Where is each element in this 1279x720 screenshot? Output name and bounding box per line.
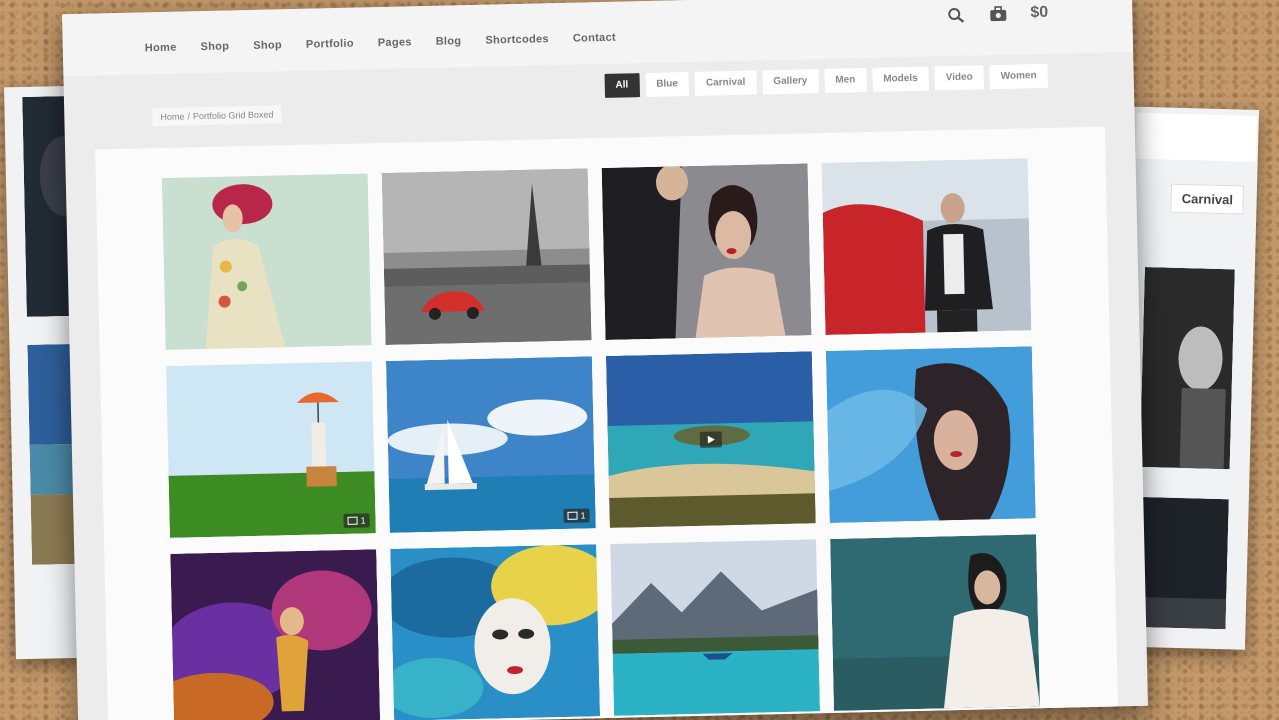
- nav-shop[interactable]: Shop: [200, 40, 229, 53]
- photo-abstract-dancer[interactable]: [170, 549, 381, 720]
- image-count: 1: [360, 515, 366, 526]
- breadcrumb: Home / Portfolio Grid Boxed: [152, 105, 282, 127]
- nav-home[interactable]: Home: [145, 42, 177, 55]
- nav-shop-2[interactable]: Shop: [253, 39, 282, 52]
- background-header-bar: [1135, 112, 1257, 162]
- photo-redhead-model[interactable]: [161, 173, 372, 350]
- photo-woman-blue-veil[interactable]: [825, 346, 1036, 523]
- filter-women[interactable]: Women: [989, 63, 1048, 90]
- photo-couple-tuxedo[interactable]: [601, 163, 812, 340]
- main-navigation: Home Shop Shop Portfolio Pages Blog Shor…: [145, 32, 616, 55]
- cart-total[interactable]: $0: [1030, 4, 1048, 22]
- nav-blog[interactable]: Blog: [436, 35, 462, 48]
- background-filter-carnival: Carnival: [1170, 183, 1245, 215]
- filter-men[interactable]: Men: [824, 68, 867, 93]
- filter-models[interactable]: Models: [872, 66, 929, 92]
- filter-all[interactable]: All: [604, 73, 640, 98]
- image-count-badge: 1: [563, 508, 590, 523]
- breadcrumb-home[interactable]: Home: [160, 111, 184, 122]
- breadcrumb-separator: /: [187, 111, 191, 122]
- filter-carnival[interactable]: Carnival: [694, 70, 757, 96]
- search-icon[interactable]: [946, 6, 966, 24]
- photo-man-red-car[interactable]: [821, 158, 1032, 335]
- background-photo-couple: [1139, 267, 1235, 470]
- photo-island-beach[interactable]: [605, 351, 816, 528]
- filter-blue[interactable]: Blue: [644, 72, 690, 98]
- photo-umbrella-field[interactable]: 1: [166, 361, 376, 538]
- nav-contact[interactable]: Contact: [573, 32, 616, 45]
- nav-portfolio[interactable]: Portfolio: [306, 38, 354, 51]
- photo-sailboat-sea[interactable]: 1: [385, 356, 596, 533]
- photo-woman-white-dress[interactable]: [830, 534, 1040, 711]
- images-icon: [347, 516, 358, 525]
- breadcrumb-current: Portfolio Grid Boxed: [192, 109, 274, 122]
- image-count-badge: 1: [343, 513, 370, 528]
- photo-eiffel-red-car[interactable]: [381, 168, 592, 345]
- header-tools: $0: [946, 4, 1048, 24]
- images-icon: [567, 511, 578, 520]
- filter-gallery[interactable]: Gallery: [762, 69, 819, 95]
- nav-shortcodes[interactable]: Shortcodes: [485, 33, 549, 46]
- image-count: 1: [580, 510, 586, 521]
- main-browser-window: Home Shop Shop Portfolio Pages Blog Shor…: [62, 0, 1148, 720]
- video-play-icon[interactable]: [699, 431, 723, 448]
- gallery-panel: 1 1: [95, 126, 1119, 720]
- photo-mountain-lake[interactable]: [610, 539, 821, 716]
- portfolio-filter-bar: All Blue Carnival Gallery Men Models Vid…: [604, 63, 1048, 98]
- background-photo-night: [1135, 496, 1229, 630]
- filter-video[interactable]: Video: [934, 65, 985, 91]
- cart-icon[interactable]: [988, 5, 1008, 23]
- photo-carnival-mask[interactable]: [390, 544, 601, 720]
- nav-pages[interactable]: Pages: [378, 36, 412, 49]
- portfolio-grid: 1 1: [161, 158, 1040, 720]
